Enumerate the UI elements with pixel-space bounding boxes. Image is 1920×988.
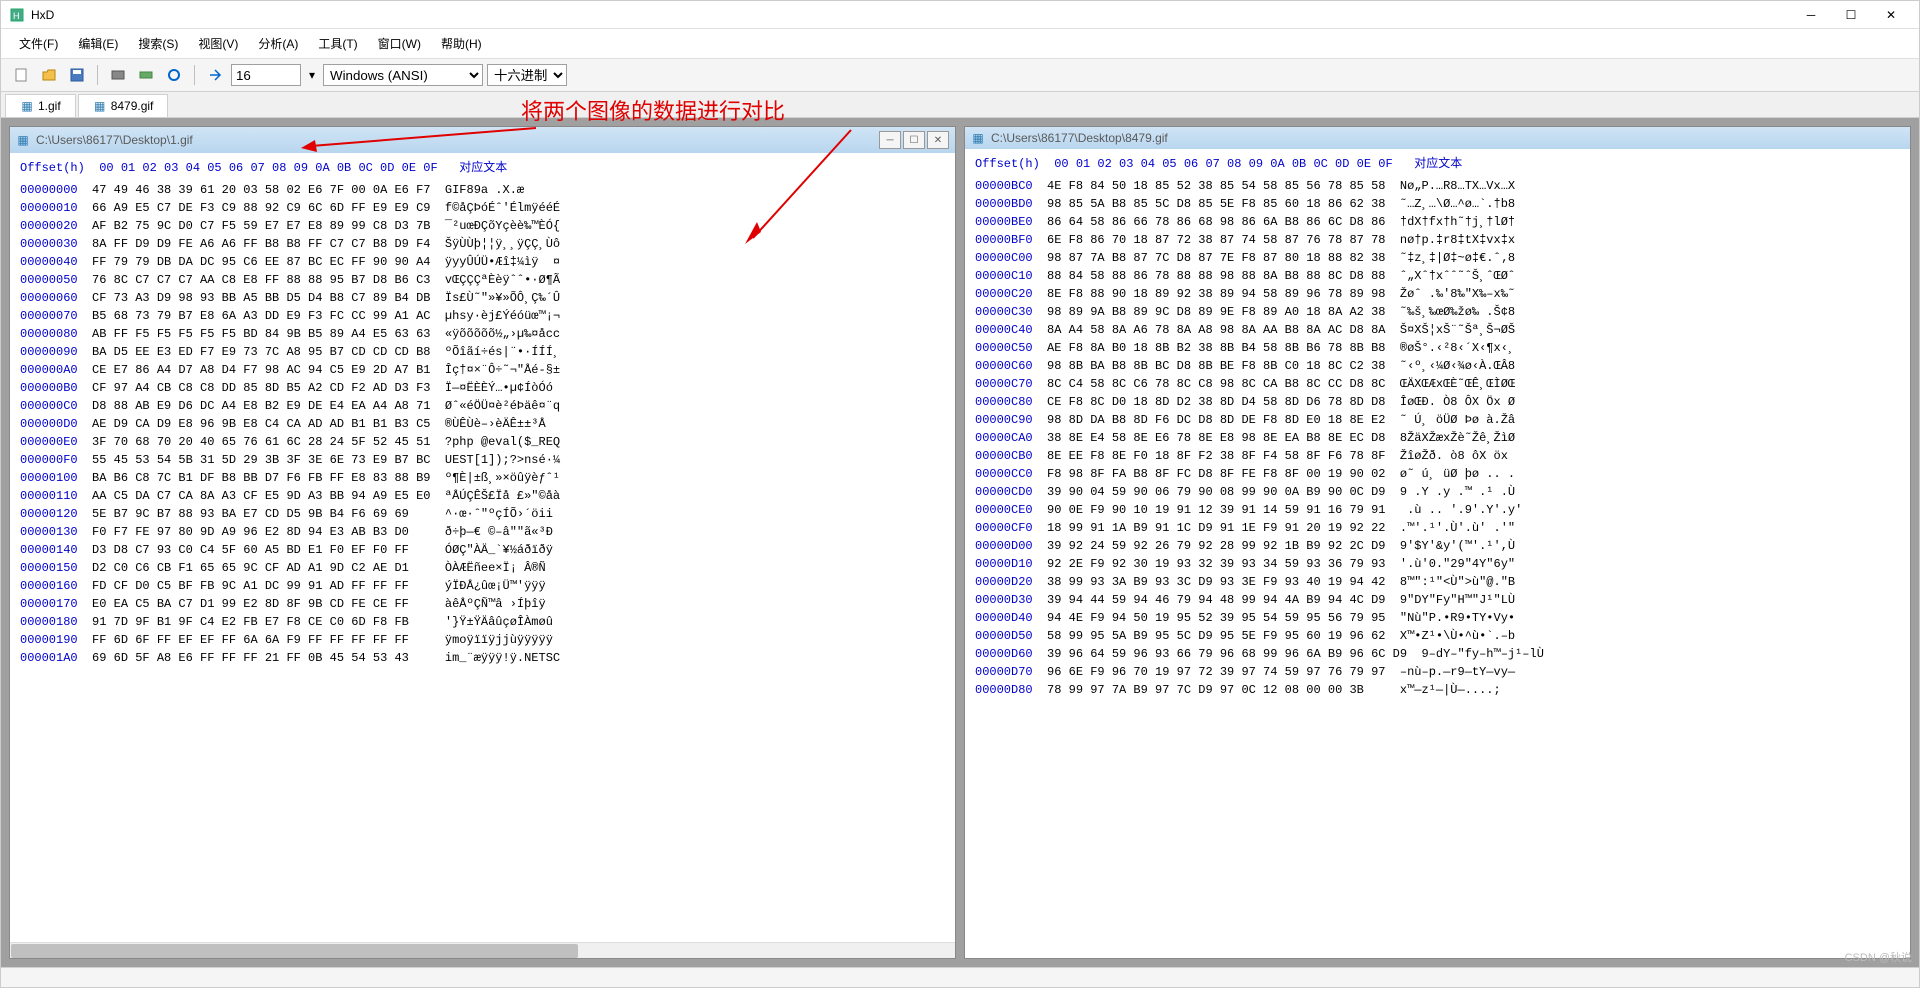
svg-text:H: H [13,11,20,21]
horizontal-scrollbar[interactable] [10,942,955,958]
maximize-button[interactable]: ☐ [1831,3,1871,27]
window-controls: ─ ☐ ✕ [1791,3,1911,27]
new-button[interactable] [9,63,33,87]
base-select[interactable]: 十六进制 [487,64,567,86]
file-icon: ▦ [93,99,107,113]
hex-pane-left: ▦ C:\Users\86177\Desktop\1.gif ─ ☐ ✕ Off… [9,126,956,959]
tab-1gif[interactable]: ▦1.gif [5,94,76,117]
nav-button[interactable] [203,63,227,87]
file-icon: ▦ [20,99,34,113]
app-icon: H [9,7,25,23]
document-tabs: ▦1.gif ▦8479.gif [1,92,1919,118]
pane-minimize[interactable]: ─ [879,131,901,149]
ram-button[interactable] [134,63,158,87]
menu-edit[interactable]: 编辑(E) [68,31,128,56]
open-button[interactable] [37,63,61,87]
disk-button[interactable] [106,63,130,87]
pane-close[interactable]: ✕ [927,131,949,149]
pane-maximize[interactable]: ☐ [903,131,925,149]
menu-analyze[interactable]: 分析(A) [248,31,308,56]
menu-help[interactable]: 帮助(H) [431,31,492,56]
save-button[interactable] [65,63,89,87]
minimize-button[interactable]: ─ [1791,3,1831,27]
separator [97,65,98,85]
file-icon: ▦ [16,133,30,147]
bytes-per-row-input[interactable] [231,64,301,86]
menu-tools[interactable]: 工具(T) [308,31,367,56]
close-button[interactable]: ✕ [1871,3,1911,27]
statusbar [1,967,1919,987]
menu-search[interactable]: 搜索(S) [128,31,188,56]
menubar: 文件(F) 编辑(E) 搜索(S) 视图(V) 分析(A) 工具(T) 窗口(W… [1,29,1919,59]
pane-titlebar[interactable]: ▦ C:\Users\86177\Desktop\8479.gif [965,127,1910,149]
menu-file[interactable]: 文件(F) [9,31,68,56]
menu-view[interactable]: 视图(V) [188,31,248,56]
file-icon: ▦ [971,131,985,145]
encoding-select[interactable]: Windows (ANSI) [323,64,483,86]
hex-view[interactable]: Offset(h) 00 01 02 03 04 05 06 07 08 09 … [965,149,1910,958]
mdi-area: 将两个图像的数据进行对比 ▦ C:\Users\86177\Desktop\1.… [1,118,1919,967]
pane-titlebar[interactable]: ▦ C:\Users\86177\Desktop\1.gif ─ ☐ ✕ [10,127,955,153]
menu-window[interactable]: 窗口(W) [368,31,431,56]
file-path: C:\Users\86177\Desktop\1.gif [36,133,873,147]
hex-pane-right: ▦ C:\Users\86177\Desktop\8479.gif Offset… [964,126,1911,959]
refresh-button[interactable] [162,63,186,87]
separator [194,65,195,85]
titlebar: H HxD ─ ☐ ✕ [1,1,1919,29]
hex-view[interactable]: Offset(h) 00 01 02 03 04 05 06 07 08 09 … [10,153,955,942]
toolbar: ▾ Windows (ANSI) 十六进制 [1,59,1919,92]
main-window: H HxD ─ ☐ ✕ 文件(F) 编辑(E) 搜索(S) 视图(V) 分析(A… [0,0,1920,988]
watermark: CSDN @秋说 [1845,949,1912,965]
scrollbar-thumb[interactable] [11,944,578,958]
file-path: C:\Users\86177\Desktop\8479.gif [991,131,1904,145]
dropdown-icon[interactable]: ▾ [305,68,319,82]
tab-8479gif[interactable]: ▦8479.gif [78,94,169,117]
app-title: HxD [31,8,1791,22]
